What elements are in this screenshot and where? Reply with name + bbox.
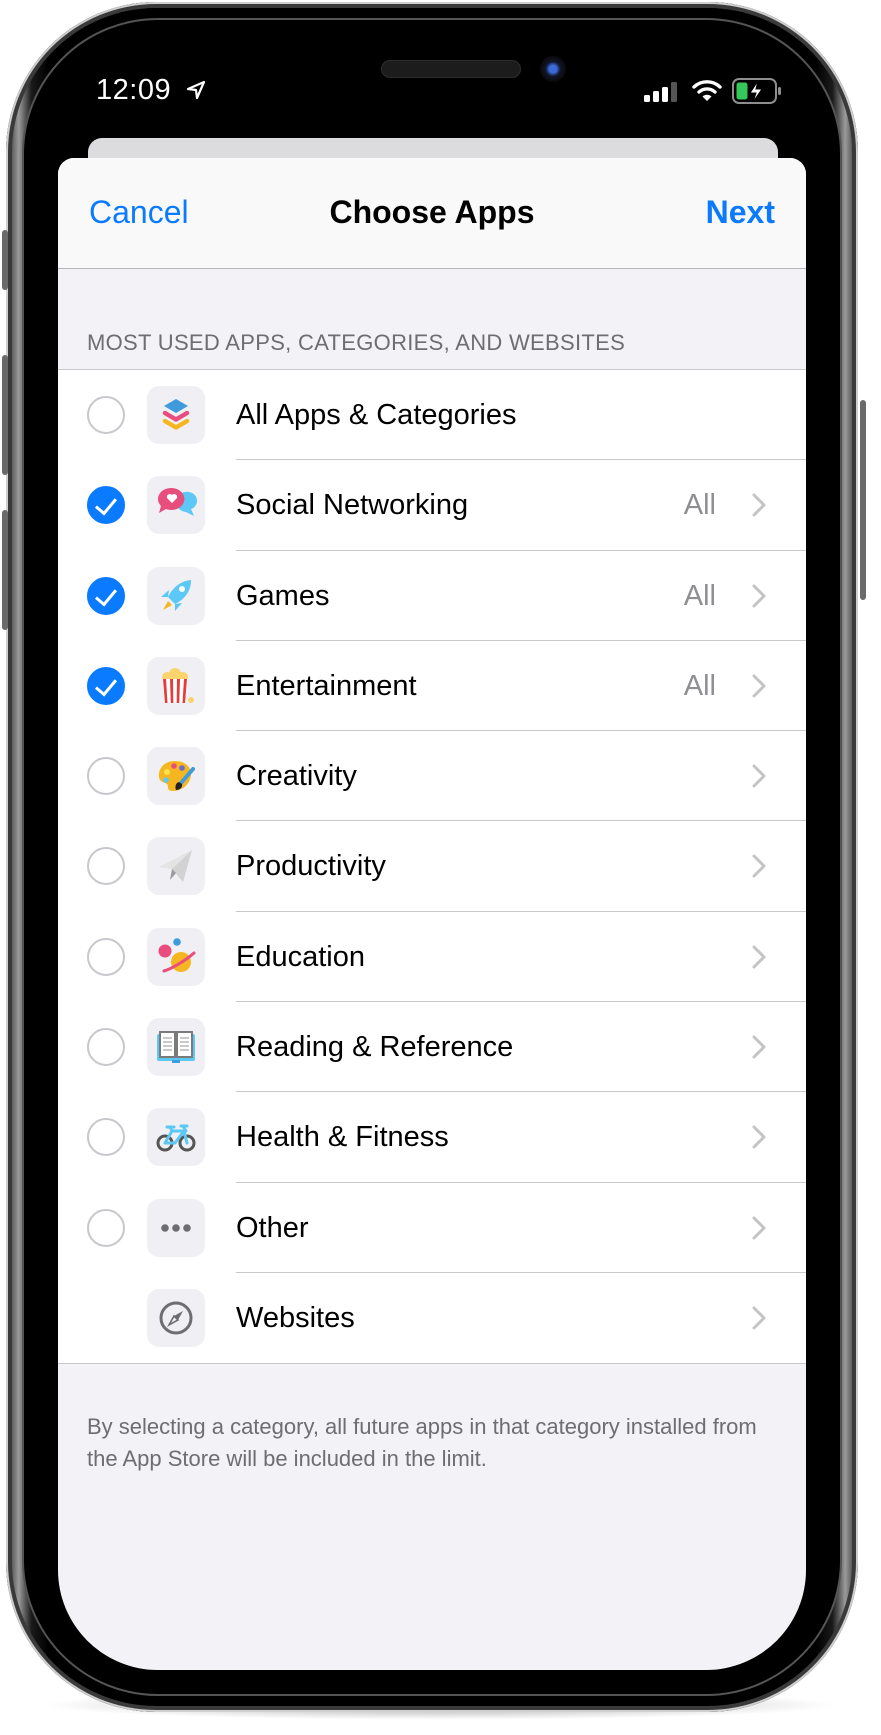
chevron-right-icon	[752, 854, 766, 878]
item-detail: All	[683, 489, 716, 522]
chevron-right-icon	[752, 1306, 766, 1330]
location-arrow-icon	[186, 80, 206, 100]
selection-radio[interactable]	[87, 1028, 125, 1067]
item-label: Websites	[236, 1301, 355, 1334]
cellular-signal-icon	[644, 82, 677, 102]
paint-palette-icon	[158, 761, 195, 792]
volume-up-button	[2, 355, 8, 475]
paper-plane-icon	[159, 850, 192, 883]
item-label: Education	[236, 940, 365, 973]
ellipsis-icon	[161, 1223, 191, 1232]
item-label: Health & Fitness	[236, 1121, 449, 1154]
choose-apps-sheet: Cancel Choose Apps Next MOST USED APPS, …	[58, 158, 806, 1670]
volume-down-button	[2, 510, 8, 630]
power-button	[860, 400, 866, 600]
category-icon-tile	[147, 476, 205, 535]
selection-radio[interactable]	[87, 847, 125, 886]
chat-bubbles-heart-icon	[157, 488, 197, 517]
category-icon-tile	[147, 656, 205, 715]
item-label: Reading & Reference	[236, 1031, 514, 1064]
wifi-icon	[692, 80, 722, 101]
list-item-social-networking[interactable]: Social Networking All	[58, 460, 806, 551]
category-icon-tile	[147, 1108, 205, 1167]
category-icon-tile	[147, 747, 205, 806]
planet-icon	[158, 937, 196, 973]
front-camera	[540, 56, 566, 82]
category-icon-tile	[147, 1288, 205, 1347]
list-item-other[interactable]: Other	[58, 1183, 806, 1273]
footer-note: By selecting a category, all future apps…	[87, 1414, 757, 1471]
list-item-reading-reference[interactable]: Reading & Reference	[58, 1002, 806, 1093]
list-item-health-fitness[interactable]: Health & Fitness	[58, 1092, 806, 1183]
chevron-right-icon	[752, 1216, 766, 1240]
selection-radio[interactable]	[87, 937, 125, 976]
item-detail: All	[683, 579, 716, 612]
item-label: Entertainment	[236, 669, 417, 702]
selection-radio-checked[interactable]	[87, 576, 125, 615]
chevron-right-icon	[752, 764, 766, 788]
stack-layers-icon	[162, 399, 190, 430]
status-time: 12:09	[96, 74, 172, 106]
compass-icon	[159, 1301, 193, 1335]
earpiece-speaker	[381, 60, 521, 78]
chevron-right-icon	[752, 584, 766, 608]
selection-radio[interactable]	[87, 757, 125, 796]
chevron-right-icon	[752, 945, 766, 969]
battery-charging-icon	[732, 78, 781, 104]
selection-radio[interactable]	[87, 396, 125, 434]
list-item-websites[interactable]: Websites	[58, 1273, 806, 1363]
category-icon-tile	[147, 927, 205, 986]
list-item-entertainment[interactable]: Entertainment All	[58, 641, 806, 732]
category-icon-tile	[147, 566, 205, 625]
popcorn-icon	[162, 667, 194, 703]
selection-radio[interactable]	[87, 1118, 125, 1157]
item-label: Productivity	[236, 850, 386, 883]
selection-radio-checked[interactable]	[87, 666, 125, 705]
category-icon-tile	[147, 386, 205, 444]
chevron-right-icon	[752, 1125, 766, 1149]
chevron-right-icon	[752, 493, 766, 517]
list-item-creativity[interactable]: Creativity	[58, 731, 806, 822]
list-item-all-apps-categories[interactable]: All Apps & Categories	[58, 370, 806, 461]
category-list: All Apps & Categories Social Networking …	[58, 369, 806, 1365]
list-item-games[interactable]: Games All	[58, 551, 806, 641]
category-icon-tile	[147, 837, 205, 896]
item-label: Games	[236, 579, 330, 612]
list-item-productivity[interactable]: Productivity	[58, 821, 806, 912]
bicycle-icon	[156, 1124, 196, 1152]
selection-radio[interactable]	[87, 1208, 125, 1247]
chevron-right-icon	[752, 674, 766, 698]
category-icon-tile	[147, 1198, 205, 1257]
item-label: Social Networking	[236, 489, 469, 522]
phone-screen: 12:09 Cancel Choose Apps Next MOST USED …	[58, 40, 806, 1670]
item-label: All Apps & Categories	[236, 399, 517, 431]
category-icon-tile	[147, 1018, 205, 1077]
rocket-icon	[161, 579, 191, 611]
section-header: MOST USED APPS, CATEGORIES, AND WEBSITES	[87, 330, 626, 355]
open-book-icon	[157, 1031, 195, 1064]
mute-switch	[2, 230, 8, 290]
item-label: Other	[236, 1211, 309, 1244]
item-label: Creativity	[236, 760, 357, 793]
chevron-right-icon	[752, 1035, 766, 1059]
item-detail: All	[683, 669, 716, 702]
status-bar: 12:09	[58, 40, 806, 140]
next-button[interactable]: Next	[706, 194, 775, 231]
navigation-bar: Cancel Choose Apps Next	[58, 158, 806, 269]
page-title: Choose Apps	[329, 194, 535, 230]
selection-radio-checked[interactable]	[87, 486, 125, 525]
list-item-education[interactable]: Education	[58, 912, 806, 1003]
